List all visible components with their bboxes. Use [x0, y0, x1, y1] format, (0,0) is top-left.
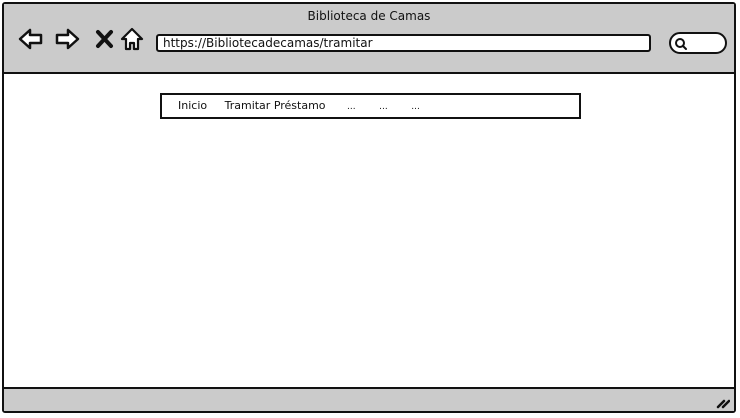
home-button[interactable] [119, 26, 145, 52]
status-bar [4, 387, 734, 411]
back-button[interactable] [18, 26, 44, 52]
forward-button[interactable] [54, 26, 80, 52]
close-x-icon [96, 30, 113, 48]
browser-toolbar: Biblioteca de Camas https://Bibliotecade… [4, 4, 734, 74]
browser-window: Biblioteca de Camas https://Bibliotecade… [2, 2, 736, 413]
forward-arrow-icon [55, 28, 80, 50]
back-arrow-icon [18, 28, 43, 50]
resize-grip-icon [716, 399, 730, 409]
breadcrumb-item-ellipsis-1[interactable]: ... [347, 96, 356, 118]
url-input[interactable]: https://Bibliotecadecamas/tramitar [156, 34, 651, 52]
breadcrumb-item-ellipsis-3[interactable]: ... [411, 96, 420, 118]
breadcrumb-item-ellipsis-2[interactable]: ... [379, 96, 388, 118]
breadcrumb-item-tramitar-prestamo[interactable]: Tramitar Préstamo [225, 95, 326, 117]
window-title: Biblioteca de Camas [307, 9, 431, 23]
breadcrumb-item-inicio[interactable]: Inicio [178, 95, 207, 117]
resize-handle[interactable] [714, 393, 730, 409]
breadcrumb: Inicio Tramitar Préstamo ... ... ... [160, 93, 581, 119]
search-button[interactable] [669, 32, 727, 54]
search-icon [675, 38, 687, 50]
home-icon [120, 27, 144, 51]
stop-button[interactable] [92, 26, 118, 52]
